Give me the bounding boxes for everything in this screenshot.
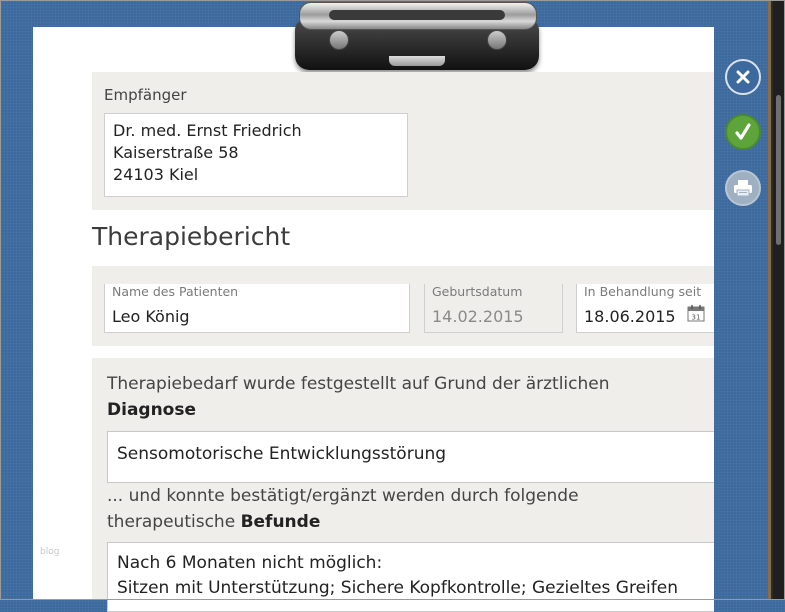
recipient-section: Empfänger Dr. med. Ernst Friedrich Kaise… xyxy=(92,72,714,210)
recipient-label: Empfänger xyxy=(104,86,187,104)
svg-text:31: 31 xyxy=(692,314,701,322)
patient-section: Name des Patienten Leo König Geburtsdatu… xyxy=(92,266,714,346)
recipient-address-field[interactable]: Dr. med. Ernst Friedrich Kaiserstraße 58… xyxy=(104,113,408,197)
recipient-line: Dr. med. Ernst Friedrich xyxy=(113,121,302,140)
treatment-since-field[interactable]: In Behandlung seit 18.06.2015 31 xyxy=(576,284,714,333)
scrollbar[interactable] xyxy=(773,0,785,600)
print-button[interactable] xyxy=(725,170,761,206)
patient-name-field[interactable]: Name des Patienten Leo König xyxy=(104,284,410,333)
watermark: blog xyxy=(40,547,60,557)
close-icon xyxy=(736,70,750,84)
confirm-button[interactable] xyxy=(725,114,761,150)
scrollbar-thumb[interactable] xyxy=(776,95,781,245)
close-button[interactable] xyxy=(725,59,761,95)
diagnosis-heading: Diagnose xyxy=(107,400,197,420)
birthdate-value: 14.02.2015 xyxy=(432,307,524,326)
findings-line: Sitzen mit Unterstützung; Sichere Kopfko… xyxy=(117,578,678,598)
findings-field[interactable]: Nach 6 Monaten nicht möglich: Sitzen mit… xyxy=(107,542,714,612)
findings-intro: ... und konnte bestätigt/ergänzt werden … xyxy=(107,486,579,532)
calendar-icon[interactable]: 31 xyxy=(687,304,705,322)
treatment-since-label: In Behandlung seit xyxy=(584,284,702,299)
patient-name-label: Name des Patienten xyxy=(112,284,239,299)
birthdate-field[interactable]: Geburtsdatum 14.02.2015 xyxy=(424,284,563,333)
recipient-line: Kaiserstraße 58 xyxy=(113,143,239,162)
printer-icon xyxy=(734,180,752,197)
findings-heading: Befunde xyxy=(240,512,321,532)
diagnosis-value: Sensomotorische Entwicklungsstörung xyxy=(117,444,447,464)
page-title: Therapiebericht xyxy=(92,222,291,251)
clipboard-clip xyxy=(289,0,545,74)
diagnosis-intro: Therapiebedarf wurde festgestellt auf Gr… xyxy=(107,374,610,420)
recipient-line: 24103 Kiel xyxy=(113,165,199,184)
treatment-since-value: 18.06.2015 xyxy=(584,307,676,326)
diagnosis-section: Therapiebedarf wurde festgestellt auf Gr… xyxy=(92,358,714,612)
checkmark-icon xyxy=(735,123,751,140)
birthdate-label: Geburtsdatum xyxy=(432,284,523,299)
diagnosis-field[interactable]: Sensomotorische Entwicklungsstörung xyxy=(107,431,714,483)
patient-name-value: Leo König xyxy=(112,307,190,326)
findings-line: Nach 6 Monaten nicht möglich: xyxy=(117,553,383,573)
